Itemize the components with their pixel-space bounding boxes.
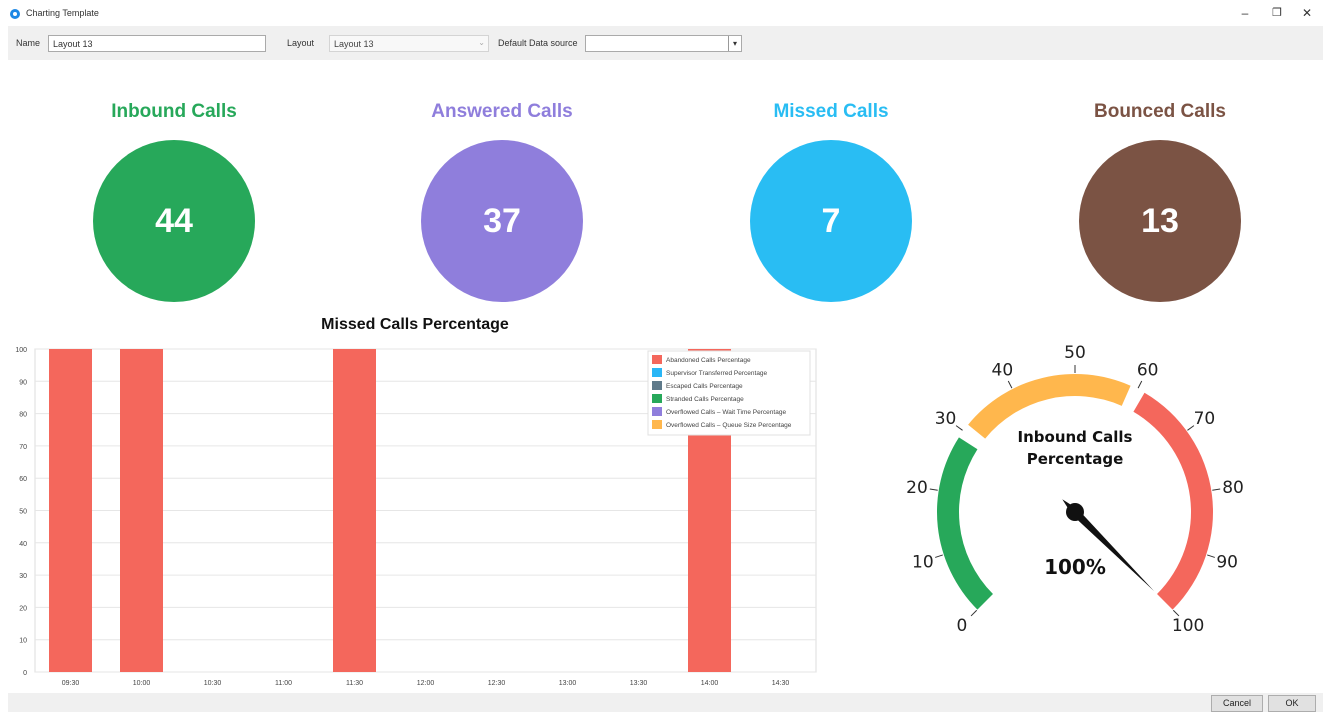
dropdown-arrow-icon[interactable]: ▾ <box>728 36 741 51</box>
y-tick-label: 100 <box>15 347 27 354</box>
gauge-tick <box>1137 380 1143 389</box>
kpi-title: Missed Calls <box>773 101 889 122</box>
legend-swatch <box>652 355 662 364</box>
x-tick-label: 13:30 <box>630 680 648 687</box>
legend-swatch <box>652 407 662 416</box>
x-tick-label: 09:30 <box>62 680 80 687</box>
legend-label: Overflowed Calls – Wait Time Percentage <box>666 409 786 416</box>
minimize-icon[interactable]: – <box>1234 4 1256 22</box>
y-tick-label: 10 <box>19 638 27 645</box>
window-title: Charting Template <box>26 8 99 18</box>
gauge-title-line-2: Percentage <box>1027 450 1124 468</box>
legend-label: Stranded Calls Percentage <box>666 396 744 403</box>
y-tick-label: 50 <box>19 509 27 516</box>
gauge-tick-label: 40 <box>992 360 1014 380</box>
kpi-value-circle: 13 <box>1079 140 1241 302</box>
gauge-band <box>937 437 993 610</box>
x-tick-label: 12:00 <box>417 680 435 687</box>
gauge-tick <box>970 609 978 617</box>
ok-button[interactable]: OK <box>1268 695 1316 712</box>
kpi-missed-calls: Missed Calls 7 <box>721 96 941 302</box>
legend-swatch <box>652 368 662 377</box>
close-icon[interactable]: ✕ <box>1296 4 1318 22</box>
y-tick-label: 90 <box>19 379 27 386</box>
cancel-button[interactable]: Cancel <box>1211 695 1263 712</box>
gauge-value-label: 100% <box>1044 555 1106 579</box>
gauge-tick-label: 10 <box>912 552 934 572</box>
y-tick-label: 30 <box>19 573 27 580</box>
kpi-title: Bounced Calls <box>1094 101 1226 122</box>
layout-select[interactable]: Layout 13 ⌄ <box>329 35 489 52</box>
gauge-needle-hub <box>1066 503 1084 521</box>
kpi-value-circle: 44 <box>93 140 255 302</box>
gauge-tick-label: 100 <box>1172 616 1204 636</box>
legend-label: Supervisor Transferred Percentage <box>666 370 768 377</box>
datasource-select[interactable]: ▾ <box>585 35 742 52</box>
kpi-value-circle: 37 <box>421 140 583 302</box>
legend-swatch <box>652 420 662 429</box>
y-tick-label: 40 <box>19 541 27 548</box>
kpi-title: Answered Calls <box>431 101 573 122</box>
kpi-title: Inbound Calls <box>111 101 237 122</box>
kpi-inbound-calls: Inbound Calls 44 <box>64 96 284 302</box>
legend-label: Escaped Calls Percentage <box>666 383 743 390</box>
gauge-tick-label: 50 <box>1064 343 1086 363</box>
x-tick-label: 12:30 <box>488 680 506 687</box>
datasource-label: Default Data source <box>498 38 578 48</box>
gauge-tick <box>1212 488 1221 491</box>
legend-swatch <box>652 394 662 403</box>
missed-calls-bar-chart: 0 10 20 30 40 50 60 70 80 90 100 09:30 10:00 10:30 11:… <box>15 347 817 687</box>
gauge-tick <box>1007 380 1013 389</box>
gauge-tick-label: 80 <box>1222 478 1244 498</box>
legend-label: Overflowed Calls – Queue Size Percentage <box>666 422 792 429</box>
kpi-value-circle: 7 <box>750 140 912 302</box>
gauge-tick <box>1207 554 1215 558</box>
gauge-tick-label: 90 <box>1216 552 1238 572</box>
inbound-calls-gauge: 0 10 20 30 40 50 60 70 80 90 100 Inbound Calls Perce… <box>906 343 1244 636</box>
dialog-button-bar: Cancel OK <box>8 693 1323 712</box>
x-tick-label: 13:00 <box>559 680 577 687</box>
gauge-tick-label: 20 <box>906 478 928 498</box>
bar <box>333 349 376 672</box>
x-tick-label: 11:30 <box>346 680 363 687</box>
name-label: Name <box>16 38 41 48</box>
charting-template-window: Charting Template – ❐ ✕ Name Layout 13 L… <box>0 0 1323 712</box>
layout-label: Layout <box>287 38 315 48</box>
gauge-title-line-1: Inbound Calls <box>1018 428 1133 446</box>
y-tick-label: 20 <box>19 605 27 612</box>
gauge-tick <box>935 554 943 558</box>
x-tick-label: 14:30 <box>772 680 790 687</box>
y-tick-label: 70 <box>19 444 27 451</box>
gauge-tick <box>929 488 938 491</box>
gauge-tick-label: 60 <box>1137 360 1159 380</box>
gauge-tick <box>955 425 963 431</box>
bar <box>120 349 163 672</box>
app-icon <box>10 9 20 19</box>
kpi-answered-calls: Answered Calls 37 <box>392 96 612 302</box>
gauge-tick <box>1172 609 1180 617</box>
bar <box>49 349 92 672</box>
bar-chart-title: Missed Calls Percentage <box>321 316 509 333</box>
gauge-tick-label: 0 <box>956 616 967 636</box>
restore-icon[interactable]: ❐ <box>1266 4 1288 22</box>
chevron-down-icon: ⌄ <box>478 38 485 47</box>
title-bar: Charting Template – ❐ ✕ <box>0 0 1323 26</box>
toolbar: Name Layout 13 Layout Layout 13 ⌄ Defaul… <box>8 26 1323 60</box>
x-tick-label: 14:00 <box>701 680 719 687</box>
legend-label: Abandoned Calls Percentage <box>666 357 751 364</box>
gauge-tick-label: 30 <box>935 409 957 429</box>
x-tick-label: 10:00 <box>133 680 151 687</box>
name-input[interactable]: Layout 13 <box>48 35 266 52</box>
y-tick-label: 60 <box>19 476 27 483</box>
chart-legend: Abandoned Calls Percentage Supervisor Tra… <box>647 350 811 436</box>
legend-swatch <box>652 381 662 390</box>
layout-select-value: Layout 13 <box>334 39 374 49</box>
y-tick-label: 80 <box>19 412 27 419</box>
x-tick-label: 11:00 <box>275 680 292 687</box>
x-tick-label: 10:30 <box>204 680 222 687</box>
kpi-bounced-calls: Bounced Calls 13 <box>1050 96 1270 302</box>
datasource-select-value <box>586 38 594 44</box>
gauge-tick-label: 70 <box>1194 409 1216 429</box>
y-tick-label: 0 <box>23 670 27 677</box>
